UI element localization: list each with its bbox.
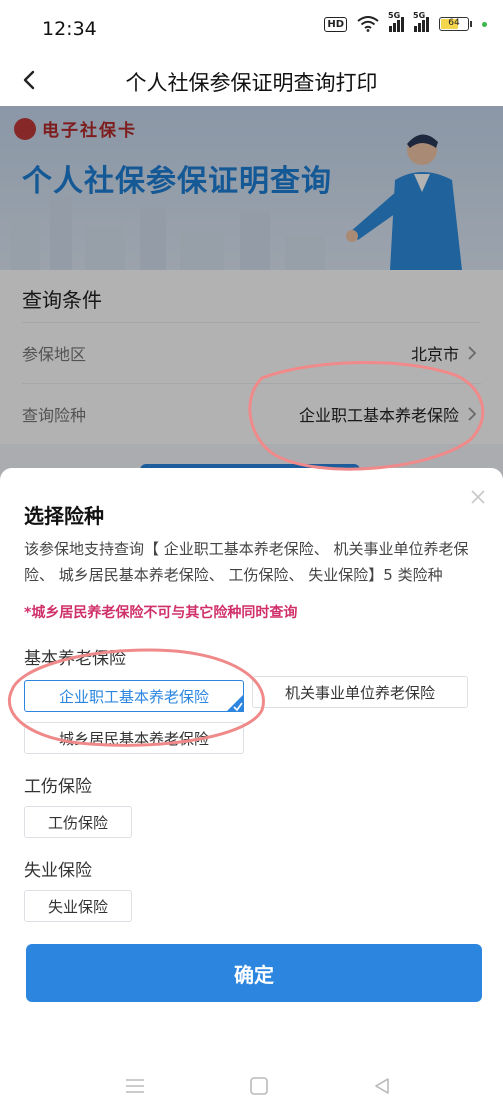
status-icons: HD 5G 5G 64 bbox=[324, 11, 487, 32]
close-icon[interactable] bbox=[469, 488, 487, 506]
option-enterprise-pension[interactable]: 企业职工基本养老保险 bbox=[24, 680, 244, 712]
menu-icon[interactable] bbox=[124, 1076, 146, 1096]
group-title-unemployment: 失业保险 bbox=[24, 861, 92, 881]
wifi-icon bbox=[357, 16, 379, 32]
option-work-injury[interactable]: 工伤保险 bbox=[24, 806, 132, 838]
home-square-icon[interactable] bbox=[249, 1076, 269, 1096]
confirm-button[interactable]: 确定 bbox=[26, 944, 482, 1002]
hd-badge: HD bbox=[324, 16, 347, 32]
battery-label: 64 bbox=[448, 18, 460, 28]
group-title-work-injury: 工伤保险 bbox=[24, 777, 92, 797]
battery-icon: 64 bbox=[439, 17, 472, 31]
option-unemployment[interactable]: 失业保险 bbox=[24, 890, 132, 922]
status-bar: 12:34 HD 5G 5G 64 bbox=[0, 0, 503, 56]
privacy-indicator-dot bbox=[482, 21, 487, 27]
sheet-description: 该参保地支持查询【 企业职工基本养老保险、 机关事业单位养老保险、 城乡居民基本… bbox=[24, 540, 469, 584]
option-label: 工伤保险 bbox=[47, 813, 108, 832]
option-label: 城乡居民基本养老保险 bbox=[58, 729, 209, 748]
option-label: 失业保险 bbox=[47, 897, 108, 916]
page-title: 个人社保参保证明查询打印 bbox=[125, 71, 378, 95]
sheet-title: 选择险种 bbox=[24, 504, 104, 528]
option-resident-pension[interactable]: 城乡居民基本养老保险 bbox=[24, 722, 244, 754]
check-corner-icon bbox=[226, 694, 244, 712]
status-time: 12:34 bbox=[42, 18, 97, 40]
group-title-pension: 基本养老保险 bbox=[24, 649, 126, 669]
insurance-type-sheet: 选择险种 该参保地支持查询【 企业职工基本养老保险、 机关事业单位养老保险、 城… bbox=[0, 468, 503, 1109]
option-institution-pension[interactable]: 机关事业单位养老保险 bbox=[252, 676, 468, 708]
back-triangle-icon[interactable] bbox=[372, 1076, 392, 1096]
option-label: 企业职工基本养老保险 bbox=[58, 687, 209, 706]
sheet-warning: *城乡居民养老保险不可与其它险种同时查询 bbox=[24, 605, 298, 621]
nav-bar: 个人社保参保证明查询打印 bbox=[0, 56, 503, 106]
signal-sim2-icon: 5G bbox=[413, 11, 429, 32]
option-label: 机关事业单位养老保险 bbox=[284, 683, 435, 702]
signal-sim1-icon: 5G bbox=[388, 11, 404, 32]
system-nav-bar bbox=[0, 1064, 503, 1109]
